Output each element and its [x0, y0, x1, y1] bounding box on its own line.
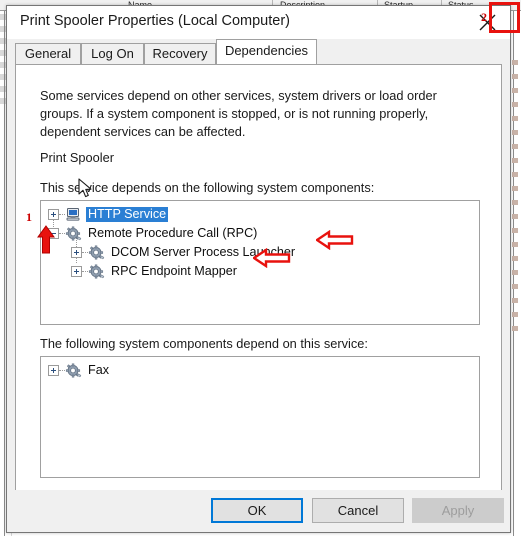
dialog-footer: OK Cancel Apply: [7, 490, 510, 532]
tree-node-rpc-endpoint-mapper[interactable]: RPC Endpoint Mapper: [71, 262, 239, 281]
expander-plus-icon[interactable]: [71, 247, 82, 258]
tree-node-label: RPC Endpoint Mapper: [111, 264, 238, 278]
apply-button: Apply: [412, 498, 504, 523]
tree-node-fax[interactable]: Fax: [48, 361, 111, 380]
annotation-marker-1: 1: [26, 210, 32, 224]
tree-node-label: Remote Procedure Call (RPC): [88, 226, 258, 240]
dependents-label: The following system components depend o…: [40, 336, 368, 351]
expander-plus-icon[interactable]: [71, 266, 82, 277]
dialog-title: Print Spooler Properties (Local Computer…: [20, 13, 290, 29]
annotation-arrow-left-rpc-endpoint: [253, 248, 291, 268]
dialog-titlebar: Print Spooler Properties (Local Computer…: [7, 6, 510, 39]
tree-node-http-service[interactable]: HTTP Service: [48, 205, 169, 224]
dependencies-description: Some services depend on other services, …: [40, 88, 437, 139]
annotation-marker-2: 2: [481, 10, 487, 24]
cancel-button[interactable]: Cancel: [312, 498, 404, 523]
tab-general[interactable]: General: [15, 43, 81, 64]
tree-node-remote-procedure-call[interactable]: Remote Procedure Call (RPC): [48, 224, 259, 243]
computer-icon: [65, 207, 82, 222]
gear-icon: [65, 363, 82, 378]
services-list-rows: [512, 60, 519, 490]
gear-icon: [88, 264, 105, 279]
service-name-label: Print Spooler: [40, 150, 114, 165]
gear-icon: [65, 226, 82, 241]
tab-log-on[interactable]: Log On: [81, 43, 144, 64]
tab-recovery[interactable]: Recovery: [144, 43, 216, 64]
expander-plus-icon[interactable]: [48, 209, 59, 220]
tree-node-label: Fax: [88, 363, 109, 377]
gear-icon: [88, 245, 105, 260]
dependents-treeview[interactable]: Fax: [40, 356, 480, 478]
dependencies-tab-panel: Some services depend on other services, …: [15, 64, 502, 492]
ok-button[interactable]: OK: [211, 498, 303, 523]
depends-on-label: This service depends on the following sy…: [40, 180, 375, 195]
expander-plus-icon[interactable]: [48, 365, 59, 376]
annotation-highlight-close-button: [489, 2, 520, 33]
tree-node-label: HTTP Service: [86, 207, 169, 222]
print-spooler-properties-dialog: Print Spooler Properties (Local Computer…: [6, 5, 511, 533]
annotation-arrow-up: [37, 225, 55, 254]
pane-divider: [4, 11, 5, 536]
annotation-arrow-left-dcom: [316, 230, 354, 250]
tab-strip: General Log On Recovery Dependencies: [7, 39, 510, 64]
tab-dependencies[interactable]: Dependencies: [216, 39, 317, 64]
